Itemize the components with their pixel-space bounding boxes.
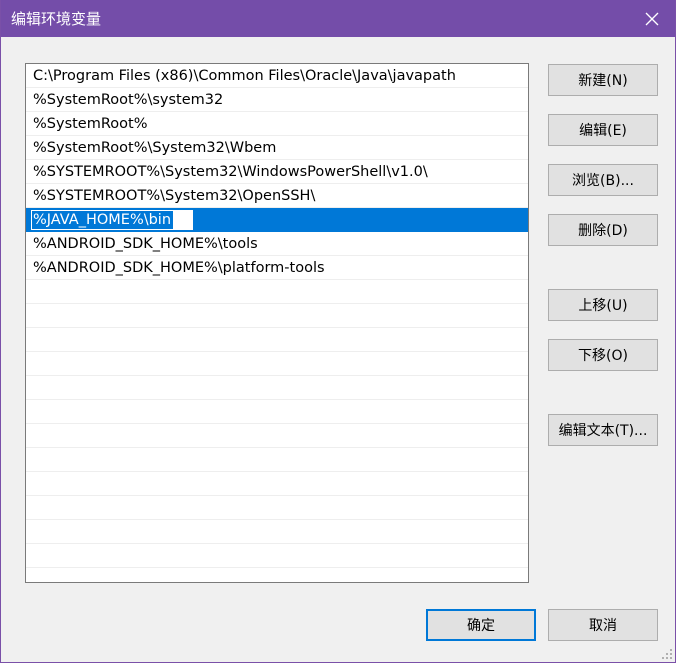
- path-list-item[interactable]: %SYSTEMROOT%\System32\WindowsPowerShell\…: [26, 160, 528, 184]
- empty-list-row: [26, 448, 528, 472]
- path-list-item-text: %ANDROID_SDK_HOME%\tools: [33, 236, 258, 252]
- empty-list-row: [26, 568, 528, 582]
- cancel-button[interactable]: 取消: [548, 609, 658, 641]
- resize-grip-icon[interactable]: [661, 648, 673, 660]
- path-list-item[interactable]: C:\Program Files (x86)\Common Files\Orac…: [26, 64, 528, 88]
- path-list-item[interactable]: %ANDROID_SDK_HOME%\tools: [26, 232, 528, 256]
- path-list-item-text: %ANDROID_SDK_HOME%\platform-tools: [33, 260, 325, 276]
- path-list-rows: C:\Program Files (x86)\Common Files\Orac…: [26, 64, 528, 582]
- empty-list-row: [26, 400, 528, 424]
- path-list-item[interactable]: %SYSTEMROOT%\System32\OpenSSH\: [26, 184, 528, 208]
- inline-edit-field[interactable]: %JAVA_HOME%\bin: [31, 210, 193, 230]
- edit-environment-variable-dialog: 编辑环境变量 C:\Program Files (x86)\Common Fil…: [0, 0, 676, 663]
- path-list-item-text: %SYSTEMROOT%\System32\OpenSSH\: [33, 188, 316, 204]
- close-icon: [645, 12, 659, 26]
- empty-list-row: [26, 280, 528, 304]
- path-list-item[interactable]: %SystemRoot%: [26, 112, 528, 136]
- path-list-item-text: %SystemRoot%\System32\Wbem: [33, 140, 277, 156]
- empty-list-row: [26, 352, 528, 376]
- edit-button[interactable]: 编辑(E): [548, 114, 658, 146]
- path-list-item-text: %SYSTEMROOT%\System32\WindowsPowerShell\…: [33, 164, 428, 180]
- empty-list-row: [26, 304, 528, 328]
- empty-list-row: [26, 376, 528, 400]
- path-list-item-selected[interactable]: %JAVA_HOME%\bin: [26, 208, 528, 232]
- empty-list-row: [26, 544, 528, 568]
- empty-list-row: [26, 424, 528, 448]
- path-list-item-text: %SystemRoot%\system32: [33, 92, 224, 108]
- close-button[interactable]: [629, 0, 675, 37]
- path-list-item[interactable]: %ANDROID_SDK_HOME%\platform-tools: [26, 256, 528, 280]
- path-list-item[interactable]: %SystemRoot%\system32: [26, 88, 528, 112]
- path-list-item-text: %SystemRoot%: [33, 116, 148, 132]
- empty-list-row: [26, 520, 528, 544]
- move-down-button[interactable]: 下移(O): [548, 339, 658, 371]
- browse-button[interactable]: 浏览(B)...: [548, 164, 658, 196]
- dialog-title: 编辑环境变量: [11, 10, 102, 28]
- path-list[interactable]: C:\Program Files (x86)\Common Files\Orac…: [25, 63, 529, 583]
- path-list-item[interactable]: %SystemRoot%\System32\Wbem: [26, 136, 528, 160]
- empty-list-row: [26, 472, 528, 496]
- empty-list-row: [26, 496, 528, 520]
- new-button[interactable]: 新建(N): [548, 64, 658, 96]
- inline-edit-selected-text: %JAVA_HOME%\bin: [32, 211, 174, 229]
- path-list-item-text: C:\Program Files (x86)\Common Files\Orac…: [33, 68, 456, 84]
- empty-list-row: [26, 328, 528, 352]
- delete-button[interactable]: 删除(D): [548, 214, 658, 246]
- title-bar[interactable]: 编辑环境变量: [1, 0, 675, 37]
- move-up-button[interactable]: 上移(U): [548, 289, 658, 321]
- edit-text-button[interactable]: 编辑文本(T)...: [548, 414, 658, 446]
- ok-button[interactable]: 确定: [426, 609, 536, 641]
